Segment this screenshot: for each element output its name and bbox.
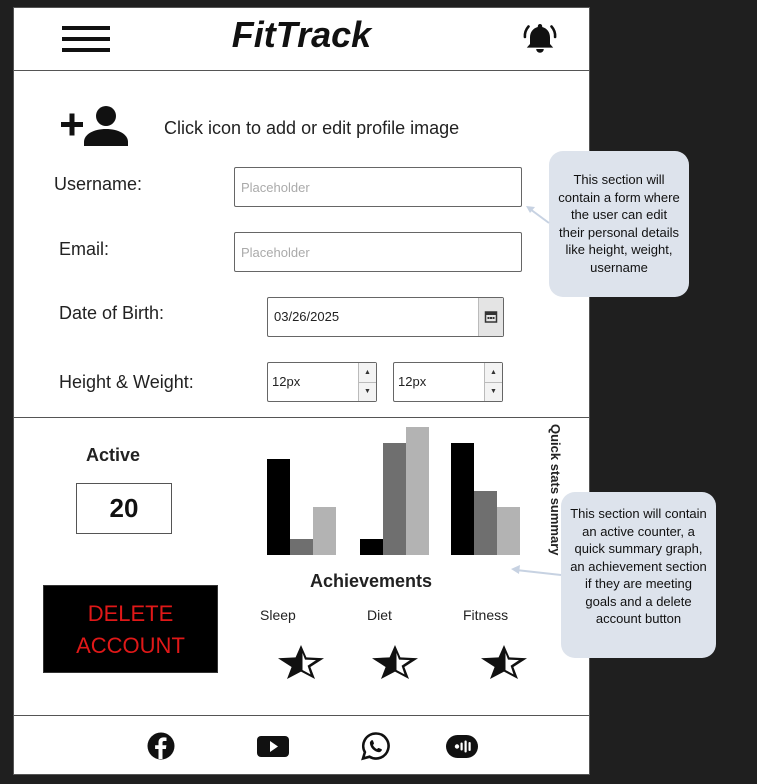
stats-note-arrow [511,565,562,576]
form-note-arrow [526,206,550,224]
callout-arrows [511,206,562,576]
